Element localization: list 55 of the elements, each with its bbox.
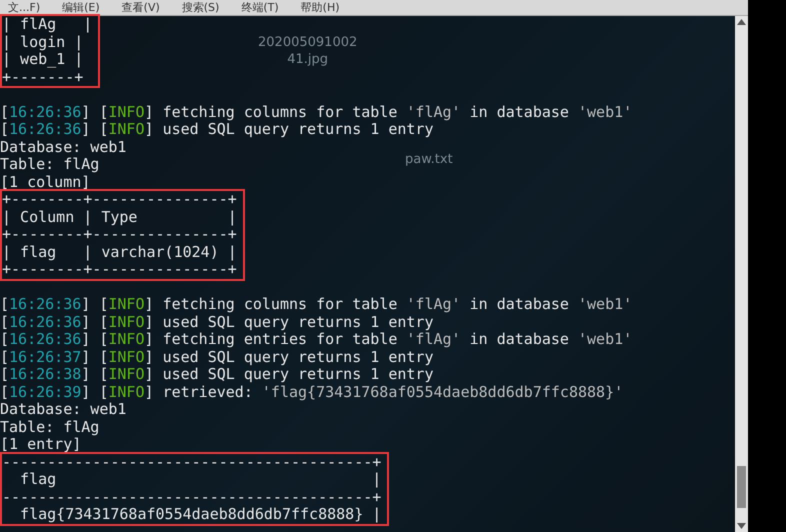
scroll-up-icon[interactable] <box>737 19 746 25</box>
log-message: fetching columns for table 'flAg' in database 'web1' <box>162 102 632 120</box>
log-message: used SQL query returns 1 entry <box>162 365 434 383</box>
log-level: [INFO] <box>99 102 154 120</box>
menu-item[interactable]: 终端(T) <box>241 0 279 15</box>
timestamp: [16:26:36] <box>0 330 90 348</box>
log-level: [INFO] <box>99 382 154 400</box>
log-level: [INFO] <box>99 295 154 313</box>
scrollbar-thumb[interactable] <box>737 466 746 508</box>
table-line: flag{73431768af0554daeb8dd6db7ffc8888} | <box>19 506 382 524</box>
menu-item[interactable]: 帮助(H) <box>300 0 340 15</box>
table-line: +--------+---------------+ <box>2 226 237 244</box>
timestamp: [16:26:36] <box>0 102 90 120</box>
timestamp: [16:26:38] <box>0 365 90 383</box>
log-message: used SQL query returns 1 entry <box>162 312 434 330</box>
timestamp: [16:26:36] <box>0 312 90 330</box>
menu-item[interactable]: 编辑(E) <box>62 0 100 15</box>
timestamp: [16:26:39] <box>0 382 90 400</box>
scrollbar[interactable] <box>735 16 748 532</box>
file-icon-label[interactable]: paw.txt <box>405 151 453 168</box>
timestamp: [16:26:37] <box>0 348 90 366</box>
log-level: [INFO] <box>99 312 154 330</box>
table-line: | flAg | <box>2 16 92 34</box>
table-line: +--------+---------------+ <box>2 261 237 278</box>
timestamp: [16:26:36] <box>0 120 90 138</box>
table-line: | login | <box>2 34 84 51</box>
output-line: [1 entry] <box>0 436 82 454</box>
timestamp: [16:26:36] <box>0 295 90 313</box>
output-line: Table: flAg <box>0 418 100 436</box>
table-line: | flag | varchar(1024) | <box>2 244 237 261</box>
table-line: -----------------------------------------+ <box>2 454 382 471</box>
file-icon-label[interactable]: 202005091002 41.jpg <box>258 34 358 68</box>
log-message: fetching columns for table 'flAg' in database 'web1' <box>162 295 632 313</box>
table-line: +-------+ <box>2 68 84 86</box>
output-line: Database: web1 <box>0 401 126 418</box>
table-line: -----------------------------------------+ <box>2 488 382 506</box>
log-message: fetching entries for table 'flAg' in database 'web1' <box>162 330 632 348</box>
table-line: +--------+---------------+ <box>2 191 237 208</box>
log-level: [INFO] <box>99 365 154 383</box>
table-line: flag | <box>19 471 382 488</box>
table-line: | web_1 | <box>2 51 84 68</box>
log-level: [INFO] <box>99 330 154 348</box>
menu-item[interactable]: 文...F) <box>8 0 40 15</box>
log-message: used SQL query returns 1 entry <box>162 348 434 366</box>
menu-item[interactable]: 搜索(S) <box>182 0 220 15</box>
menu-item[interactable]: 查看(V) <box>122 0 160 15</box>
table-line: | Column | Type | <box>2 208 237 226</box>
log-level: [INFO] <box>99 348 154 366</box>
output-line: Table: flAg <box>0 156 100 174</box>
log-message: retrieved: 'flag{73431768af0554daeb8dd6db7ffc8888}' <box>162 382 624 400</box>
output-line: Database: web1 <box>0 138 126 156</box>
output-line: [1 column] <box>0 174 90 191</box>
scroll-down-icon[interactable] <box>737 523 746 529</box>
log-level: [INFO] <box>99 120 154 138</box>
log-message: used SQL query returns 1 entry <box>162 120 434 138</box>
